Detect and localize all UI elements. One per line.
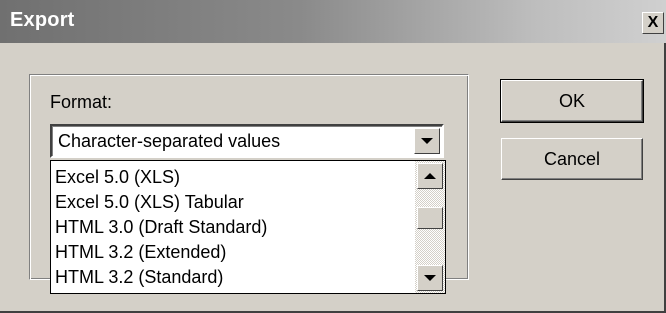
format-label: Format:: [50, 92, 113, 112]
list-item[interactable]: Excel 5.0 (XLS): [55, 165, 415, 190]
list-scrollbar[interactable]: [415, 161, 445, 293]
format-dropdown-list[interactable]: Excel 5.0 (XLS) Excel 5.0 (XLS) Tabular …: [50, 160, 446, 294]
list-item[interactable]: Excel 5.0 (XLS) Tabular: [55, 190, 415, 215]
list-item[interactable]: HTML 3.0 (Draft Standard): [55, 215, 415, 240]
list-item[interactable]: HTML 3.2 (Extended): [55, 240, 415, 265]
format-options: Excel 5.0 (XLS) Excel 5.0 (XLS) Tabular …: [51, 161, 415, 293]
close-icon: X: [647, 14, 659, 31]
chevron-down-icon: [424, 275, 436, 281]
format-select-value: Character-separated values: [58, 131, 281, 151]
cancel-button[interactable]: Cancel: [501, 138, 643, 180]
list-item[interactable]: HTML 3.2 (Standard): [55, 265, 415, 290]
close-button[interactable]: X: [642, 12, 664, 34]
chevron-up-icon: [424, 173, 436, 179]
chevron-down-icon: [421, 138, 433, 144]
scroll-thumb[interactable]: [417, 207, 443, 229]
export-dialog: Export X Format: Character-separated val…: [0, 0, 666, 313]
format-select[interactable]: Character-separated values: [50, 124, 444, 158]
window-title: Export: [10, 9, 75, 31]
format-dropdown-button[interactable]: [414, 128, 440, 154]
title-bar[interactable]: Export X: [0, 0, 666, 43]
scroll-down-button[interactable]: [417, 265, 443, 291]
ok-button[interactable]: OK: [500, 79, 644, 123]
scroll-up-button[interactable]: [417, 163, 443, 189]
